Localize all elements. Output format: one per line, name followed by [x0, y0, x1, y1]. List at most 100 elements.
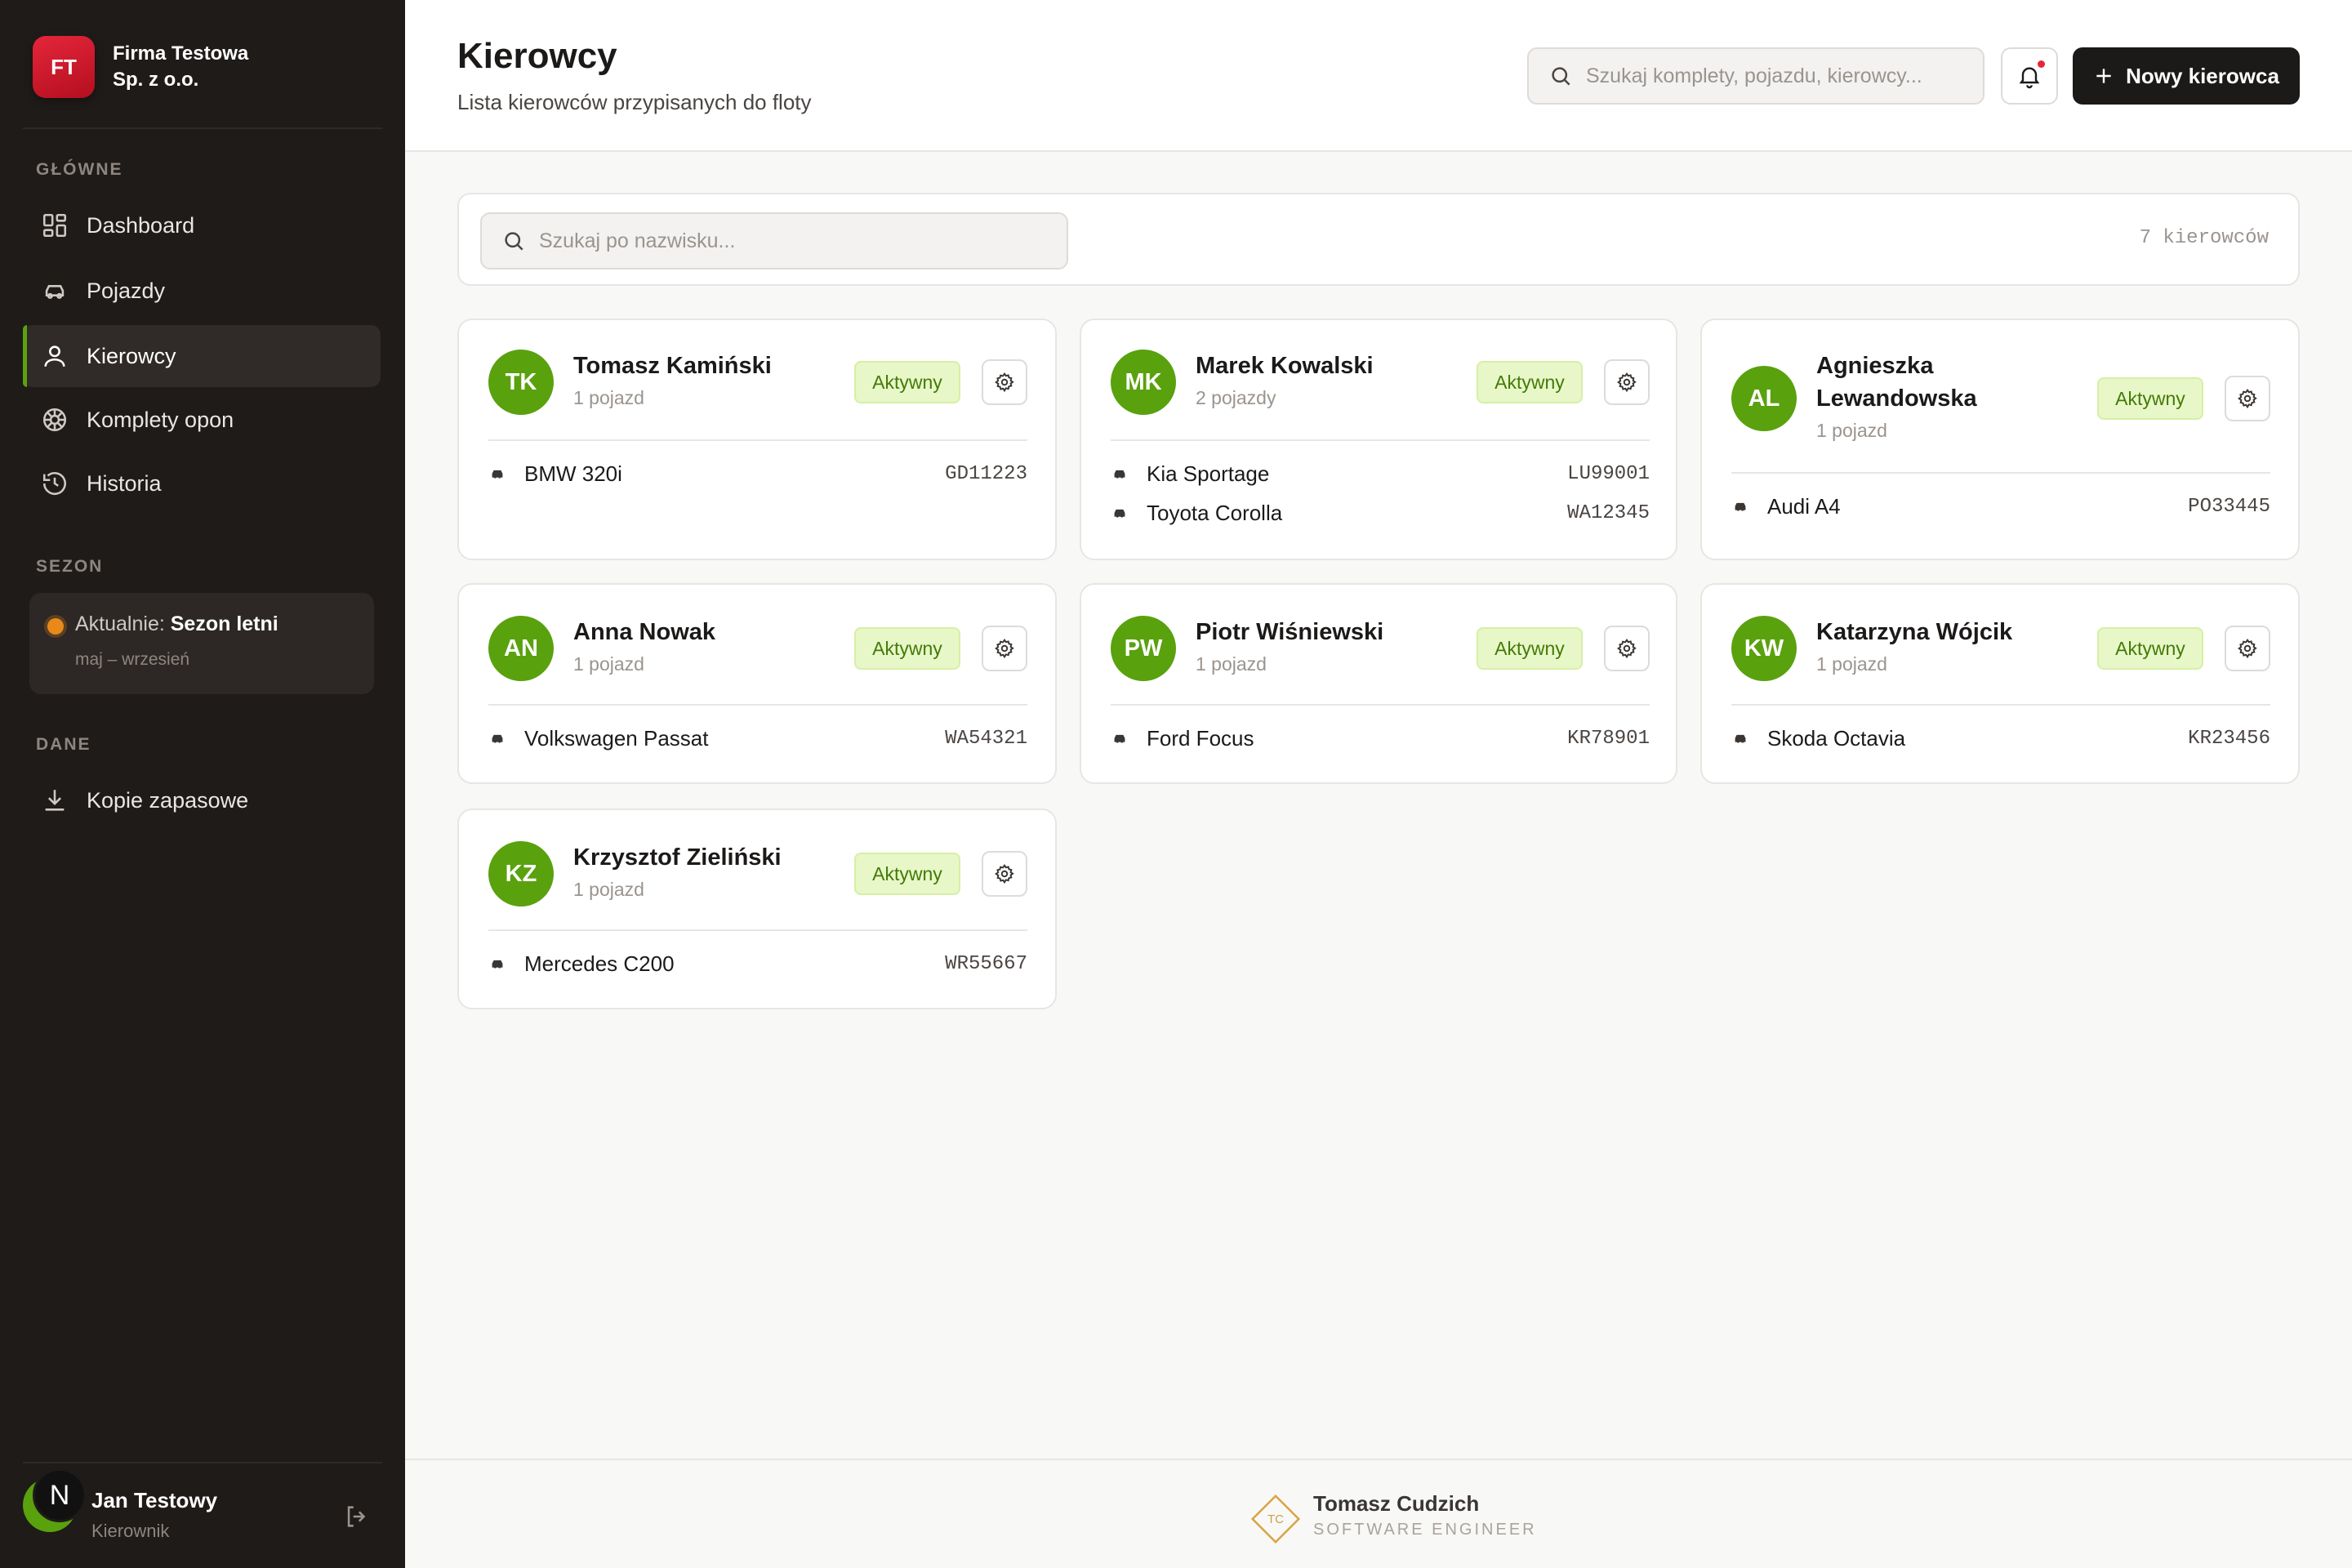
status-badge: Aktywny [854, 853, 960, 895]
car-icon [45, 285, 65, 299]
driver-settings-button[interactable] [982, 851, 1027, 897]
top-bar: Kierowcy Lista kierowców przypisanych do… [405, 0, 2352, 152]
gear-icon [2238, 389, 2257, 409]
driver-card[interactable]: MK Marek Kowalski 2 pojazdy Aktywny Kia … [1080, 318, 1677, 560]
driver-name: Anna Nowak [573, 619, 716, 645]
status-badge: Aktywny [854, 627, 960, 670]
gear-icon [995, 372, 1014, 393]
status-badge: Aktywny [2097, 377, 2203, 420]
new-driver-button[interactable]: Nowy kierowca [2073, 47, 2300, 105]
vehicle-count: 1 pojazd [573, 653, 644, 675]
driver-card[interactable]: AN Anna Nowak 1 pojazd Aktywny Volkswage… [457, 583, 1057, 784]
sidebar-item-backups[interactable]: Kopie zapasowe [23, 769, 381, 831]
car-icon [492, 470, 503, 479]
sidebar-item-label: Historia [87, 470, 162, 496]
avatar: MK [1111, 350, 1176, 415]
driver-card[interactable]: AL Agnieszka Lewandowska 1 pojazd Aktywny… [1700, 318, 2300, 560]
vehicle-row: Ford Focus KR78901 [1111, 722, 1650, 755]
dashboard-icon [42, 213, 67, 238]
gear-icon [1617, 372, 1637, 393]
vehicle-name: BMW 320i [524, 461, 622, 486]
vehicle-plate: WR55667 [945, 952, 1027, 975]
driver-count: 7 kierowców [2139, 227, 2269, 249]
season-status-dot [47, 618, 64, 635]
season-current: Aktualnie: Sezon letni [75, 612, 278, 635]
season-range: maj – wrzesień [75, 650, 190, 669]
driver-card[interactable]: PW Piotr Wiśniewski 1 pojazd Aktywny For… [1080, 583, 1677, 784]
driver-name: Piotr Wiśniewski [1196, 619, 1384, 645]
sidebar-item-tire-sets[interactable]: Komplety opon [23, 389, 381, 451]
sidebar-item-label: Komplety opon [87, 407, 234, 432]
driver-name: Krzysztof Zieliński [573, 844, 782, 871]
driver-name: Tomasz Kamiński [573, 353, 772, 379]
search-icon [1552, 67, 1570, 86]
notifications-button[interactable] [2001, 47, 2058, 105]
driver-name: Agnieszka Lewandowska [1816, 353, 1977, 412]
company-brand[interactable]: FT Firma Testowa Sp. z o.o. [33, 36, 276, 98]
vehicle-count: 1 pojazd [1196, 653, 1267, 675]
driver-settings-button[interactable] [982, 359, 1027, 405]
vehicle-row: Mercedes C200 WR55667 [488, 947, 1027, 980]
section-label-main: GŁÓWNE [36, 160, 123, 179]
vehicle-count: 2 pojazdy [1196, 387, 1276, 408]
vehicle-name: Audi A4 [1767, 493, 1841, 519]
driver-settings-button[interactable] [2225, 376, 2270, 421]
vehicle-plate: WA54321 [945, 727, 1027, 750]
author-logo-icon[interactable]: TC [1246, 1490, 1305, 1548]
driver-card[interactable]: TK Tomasz Kamiński 1 pojazd Aktywny BMW … [457, 318, 1057, 560]
vehicle-name: Ford Focus [1147, 725, 1254, 751]
card-divider [488, 704, 1027, 706]
gear-icon [995, 639, 1014, 659]
global-search[interactable] [1527, 47, 1984, 105]
sidebar-item-history[interactable]: Historia [23, 452, 381, 514]
avatar: KW [1731, 616, 1797, 681]
global-search-input[interactable] [1586, 64, 1970, 88]
tire-icon [42, 408, 67, 432]
sidebar-divider [23, 127, 382, 129]
driver-card[interactable]: KZ Krzysztof Zieliński 1 pojazd Aktywny … [457, 808, 1057, 1009]
card-divider [1111, 439, 1650, 441]
section-label-data: DANE [36, 735, 91, 754]
status-badge: Aktywny [2097, 627, 2203, 670]
vehicle-plate: WA12345 [1567, 501, 1650, 524]
vehicle-row: BMW 320i GD11223 [488, 457, 1027, 490]
gear-icon [1617, 639, 1637, 659]
name-search[interactable] [480, 212, 1068, 270]
driver-settings-button[interactable] [1604, 626, 1650, 671]
page-subtitle: Lista kierowców przypisanych do floty [457, 90, 812, 114]
driver-settings-button[interactable] [1604, 359, 1650, 405]
sidebar-item-drivers[interactable]: Kierowcy [23, 325, 381, 387]
company-name: Firma Testowa Sp. z o.o. [113, 42, 249, 91]
sidebar-item-label: Pojazdy [87, 278, 166, 303]
sidebar-item-dashboard[interactable]: Dashboard [23, 194, 381, 256]
vehicle-plate: PO33445 [2188, 495, 2270, 518]
driver-settings-button[interactable] [2225, 626, 2270, 671]
vehicle-row: Toyota Corolla WA12345 [1111, 497, 1650, 529]
car-icon [1735, 502, 1746, 511]
avatar: AL [1731, 366, 1797, 431]
sidebar-item-vehicles[interactable]: Pojazdy [23, 260, 381, 322]
vehicle-name: Mercedes C200 [524, 951, 675, 976]
vehicle-count: 1 pojazd [573, 879, 644, 900]
vehicle-count: 1 pojazd [1816, 653, 1887, 675]
plus-icon [2096, 69, 2111, 83]
card-divider [1111, 704, 1650, 706]
name-search-input[interactable] [539, 229, 1062, 253]
vehicle-row: Audi A4 PO33445 [1731, 490, 2270, 523]
user-icon [44, 345, 65, 367]
driver-settings-button[interactable] [982, 626, 1027, 671]
author-role: SOFTWARE ENGINEER [1313, 1521, 1537, 1539]
logout-icon[interactable] [343, 1503, 371, 1530]
vehicle-plate: KR78901 [1567, 727, 1650, 750]
history-icon [42, 472, 67, 496]
vehicle-row: Skoda Octavia KR23456 [1731, 722, 2270, 755]
vehicle-name: Skoda Octavia [1767, 725, 1906, 751]
driver-name: Marek Kowalski [1196, 353, 1374, 379]
notification-dot [2038, 60, 2045, 68]
status-badge: Aktywny [1477, 627, 1583, 670]
company-logo: FT [33, 36, 95, 98]
driver-card[interactable]: KW Katarzyna Wójcik 1 pojazd Aktywny Sko… [1700, 583, 2300, 784]
car-icon [1114, 509, 1125, 518]
user-role: Kierownik [91, 1521, 170, 1541]
status-badge: Aktywny [854, 361, 960, 403]
